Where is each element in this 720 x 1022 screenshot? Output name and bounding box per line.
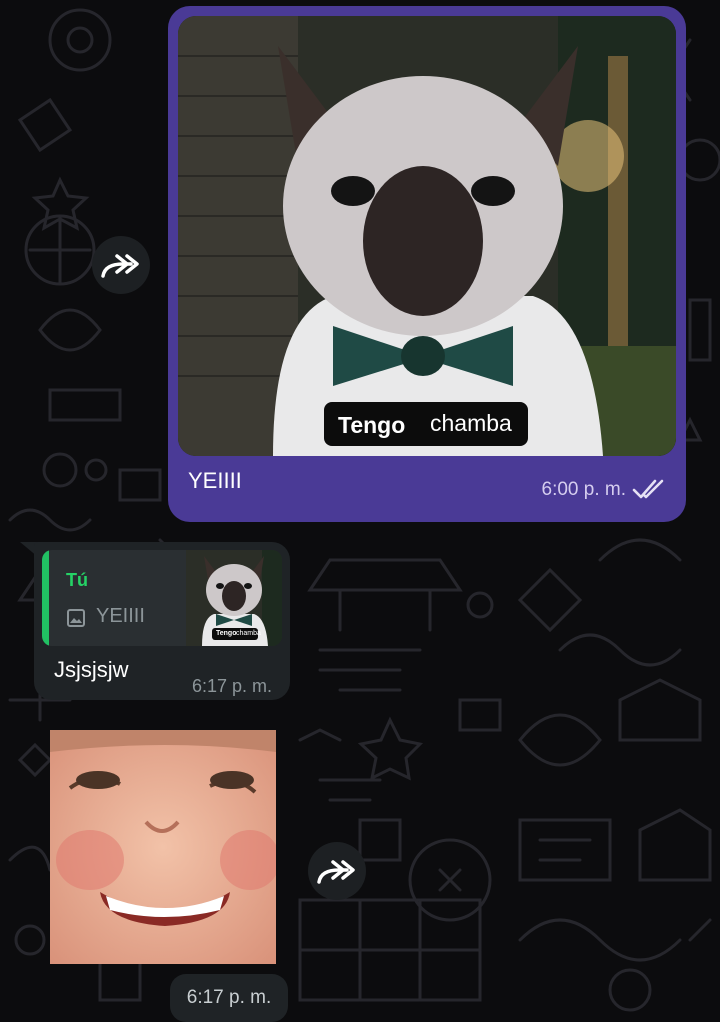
forward-icon: [317, 860, 355, 884]
sticker-time: 6:17 p. m.: [170, 974, 288, 1022]
cat-meme-picture: [178, 16, 676, 456]
incoming-reply-message[interactable]: Tú YEIIII Tengo chamba Jsjsjsjw 6:17 p. …: [34, 542, 290, 700]
meme-caption: Tengo chamba: [324, 402, 528, 446]
quote-accent-bar: [42, 550, 49, 646]
meme-caption-word-2: chamba: [430, 410, 512, 436]
meme-image[interactable]: Tengo chamba: [178, 16, 676, 456]
outgoing-image-message[interactable]: Tengo chamba YEIIII 6:00 p. m.: [168, 6, 686, 522]
quote-author: Tú: [66, 570, 88, 590]
message-time: 6:00 p. m.: [541, 479, 627, 500]
quote-thumbnail: Tengo chamba: [186, 550, 282, 646]
message-text: Jsjsjsjw: [54, 657, 129, 682]
smiling-kid-picture: [50, 730, 276, 964]
quoted-message[interactable]: Tú YEIIII Tengo chamba: [42, 550, 282, 646]
forward-icon: [101, 254, 139, 278]
sticker-image[interactable]: [50, 730, 276, 964]
double-check-icon: [632, 479, 664, 499]
message-caption: YEIIII: [188, 468, 242, 493]
quote-text: YEIIII: [96, 605, 145, 627]
message-time: 6:17 p. m.: [191, 676, 272, 696]
photo-icon: [67, 609, 85, 627]
meme-caption-word-1: Tengo: [338, 412, 406, 438]
thumb-caption-word-2: chamba: [236, 630, 261, 637]
forward-button[interactable]: [308, 842, 366, 900]
forward-button[interactable]: [92, 236, 150, 294]
thumb-caption-word-1: Tengo: [216, 630, 237, 637]
